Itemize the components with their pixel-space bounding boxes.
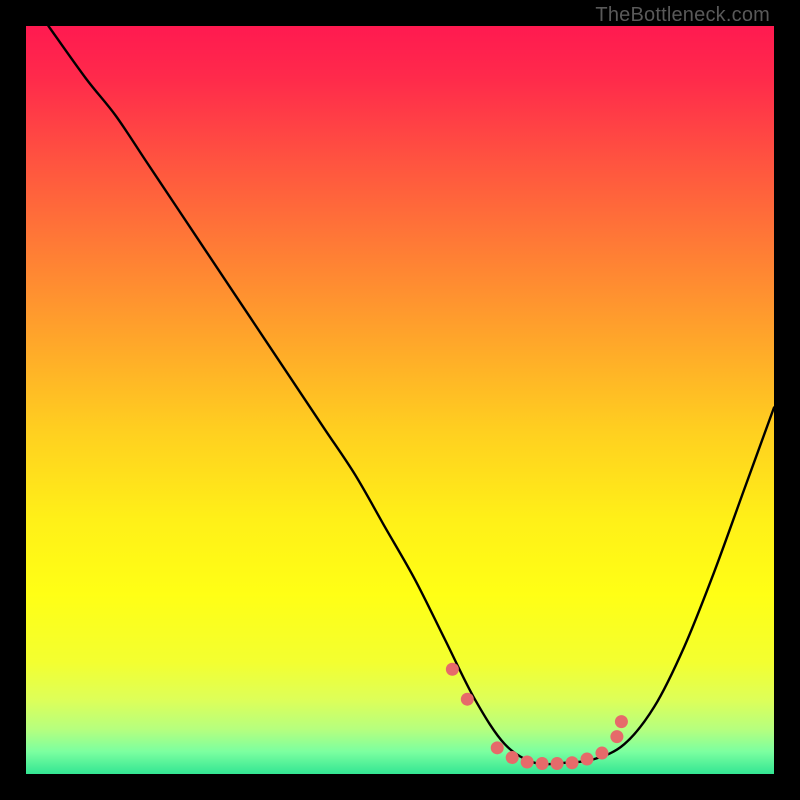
highlight-dot — [461, 693, 474, 706]
highlight-dot — [446, 663, 459, 676]
highlight-dot — [521, 756, 534, 769]
highlight-dot — [595, 747, 608, 760]
highlight-dot — [551, 757, 564, 770]
highlight-dot — [615, 715, 628, 728]
highlight-dot — [566, 756, 579, 769]
highlight-dot — [581, 753, 594, 766]
chart-frame: TheBottleneck.com — [0, 0, 800, 800]
highlight-dot — [491, 741, 504, 754]
highlight-dot — [506, 751, 519, 764]
plot-area — [26, 26, 774, 774]
bottleneck-curve — [48, 26, 774, 764]
highlight-dot — [610, 730, 623, 743]
highlight-dot — [536, 757, 549, 770]
watermark-text: TheBottleneck.com — [595, 4, 770, 27]
curve-layer — [26, 26, 774, 774]
highlight-markers — [446, 663, 628, 770]
